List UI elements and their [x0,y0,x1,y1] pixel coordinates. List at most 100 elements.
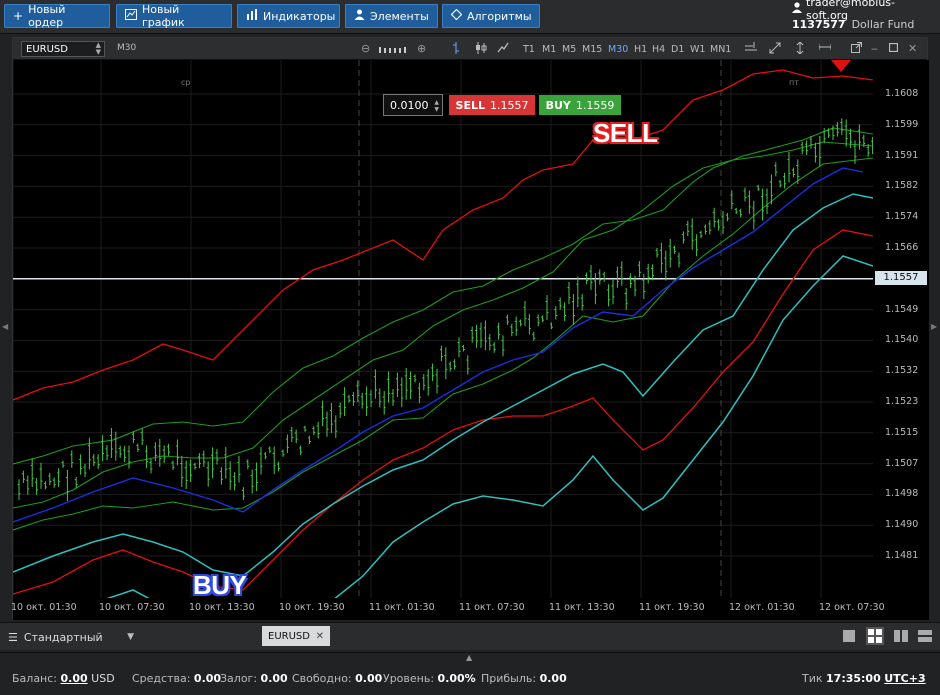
layout-value: Стандартный [23,630,103,644]
fit-icon[interactable] [745,42,757,57]
chart-plot-area[interactable]: 0.0100 ▲ ▼ SELL 1.1557 BUY 1.1559 ср пт S… [12,60,875,621]
price-tick: 1.1574 [885,211,919,223]
sell-button[interactable]: SELL 1.1557 [449,95,535,115]
green-band-upper [12,127,874,465]
detach-window-icon[interactable] [851,42,862,56]
new-chart-button[interactable]: Новый график [116,3,232,29]
algorithms-label: Алгоритмы [467,9,532,23]
sell-signal-label: SELL [593,118,658,148]
price-chart[interactable] [12,60,875,621]
price-tick: 1.1540 [885,334,919,346]
tf-w1[interactable]: W1 [690,44,705,55]
tf-m1[interactable]: M1 [542,44,556,55]
tick-time-value: 17:35:00 [826,672,881,685]
profit: Прибыль: 0.00 [481,672,567,685]
diagonal-resize-icon[interactable] [769,42,781,57]
time-tick: 12 окт. 07:30 [819,602,885,613]
tf-h4[interactable]: H4 [652,44,665,55]
elements-button[interactable]: Элементы [345,4,438,28]
price-tick: 1.1523 [885,396,919,407]
time-tick: 10 окт. 13:30 [189,602,255,613]
horizontal-scale-icon[interactable] [818,42,832,55]
tf-m5[interactable]: M5 [562,44,576,55]
tf-m30[interactable]: M30 [608,44,628,55]
level-label: Уровень: [383,672,435,685]
indicators-icon [246,9,258,23]
spinner-arrows-icon: ▲ ▼ [95,41,101,56]
close-chart-icon[interactable]: ✕ [908,42,917,55]
tf-h1[interactable]: H1 [634,44,647,55]
zoom-slider[interactable] [379,44,409,57]
tick-label: Тик [802,672,823,685]
chart-icon [125,9,137,23]
price-tick: 1.1498 [885,488,919,500]
funds: Средства: 0.00 [132,672,221,685]
account-number: 1137577 [792,18,846,31]
new-order-button[interactable]: + Новый ордер [4,3,110,29]
candle-chart-type-icon[interactable] [475,42,487,57]
zoom-out-icon[interactable]: ⊖ [361,42,370,55]
zoom-in-icon[interactable]: ⊕ [417,42,426,55]
bar-chart-type-icon[interactable] [451,42,461,57]
moving-average-line [12,167,864,523]
minimize-icon[interactable]: ‒ [871,42,878,55]
balance: Баланс: 0.00 USD [12,672,115,685]
tab-bar: ☰ Стандартный ▼ EURUSD ✕ [0,622,940,650]
layout-grid-icon[interactable] [866,627,884,645]
close-tab-icon[interactable]: ✕ [316,631,324,642]
buy-button[interactable]: BUY 1.1559 [539,95,621,115]
line-chart-type-icon[interactable] [497,42,509,57]
green-band-upper-inner [12,141,874,509]
indicators-button[interactable]: Индикаторы [237,4,340,28]
user-fund-row: 1137577 Dollar Fund [792,18,934,32]
user-elements-icon [354,9,365,23]
layout-rows-icon[interactable] [918,629,932,643]
right-panel-arrow-icon[interactable]: ▶ [931,322,937,331]
level-value: 0.00% [437,672,476,685]
buy-signal-label: BUY [193,570,247,600]
layout-single-icon[interactable] [842,629,856,643]
elements-label: Элементы [370,9,429,23]
balance-value[interactable]: 0.00 [61,672,88,685]
cyan-band-upper [12,193,874,577]
time-tick: 11 окт. 13:30 [549,602,615,613]
tf-mn1[interactable]: MN1 [710,44,731,55]
algorithms-button[interactable]: Алгоритмы [442,4,540,28]
price-tick: 1.1532 [885,365,919,377]
tab-eurusd[interactable]: EURUSD ✕ [262,626,330,646]
layout-columns-icon[interactable] [894,629,908,643]
price-tick: 1.1599 [885,118,919,130]
chevron-down-icon: ▼ [127,632,134,642]
tick-time: Тик 17:35:00 UTC+3 [802,672,926,685]
expand-panel-icon[interactable]: ▲ [466,653,472,662]
time-tick: 10 окт. 01:30 [11,602,77,613]
profit-value: 0.00 [539,672,567,685]
chart-header: EURUSD ▲ ▼ M30 ⊖ ⊕ T1 M1 M5 M15 M30 H1 H4… [13,38,927,60]
time-tick: 12 окт. 01:30 [729,602,795,613]
time-axis[interactable]: 10 окт. 01:30 10 окт. 07:30 10 окт. 13:30 1… [11,598,929,620]
cyan-band-lower [72,255,874,621]
time-tick: 10 окт. 19:30 [279,602,345,613]
symbol-select[interactable]: EURUSD ▲ ▼ [21,41,105,57]
margin-label: Залог: [220,672,258,685]
left-panel-arrow-icon[interactable]: ◀ [2,322,8,331]
layout-select[interactable]: ☰ Стандартный ▼ [8,629,134,645]
quantity-input[interactable]: 0.0100 ▲ ▼ [383,94,443,116]
price-tick: 1.1490 [885,519,919,531]
free-value: 0.00 [355,672,383,685]
green-band-mid [12,157,874,531]
price-axis[interactable]: 1.1608 1.1599 1.1591 1.1582 1.1574 1.1566 1.15… [873,60,929,598]
buy-button-label: BUY [545,98,571,112]
user-info[interactable]: trader@mobius-soft.org 1137577 Dollar Fu… [792,0,934,32]
maximize-icon[interactable] [888,42,899,55]
price-tick: 1.1507 [885,457,919,469]
price-tick: 1.1608 [885,88,919,99]
tf-m15[interactable]: M15 [582,44,602,55]
balance-label: Баланс: [12,672,58,685]
vertical-scale-icon[interactable] [795,41,805,57]
funds-label: Средства: [132,672,191,685]
tf-d1[interactable]: D1 [671,44,684,55]
symbol-value: EURUSD [26,43,68,55]
timezone[interactable]: UTC+3 [884,672,925,685]
tf-t1[interactable]: T1 [523,44,535,55]
